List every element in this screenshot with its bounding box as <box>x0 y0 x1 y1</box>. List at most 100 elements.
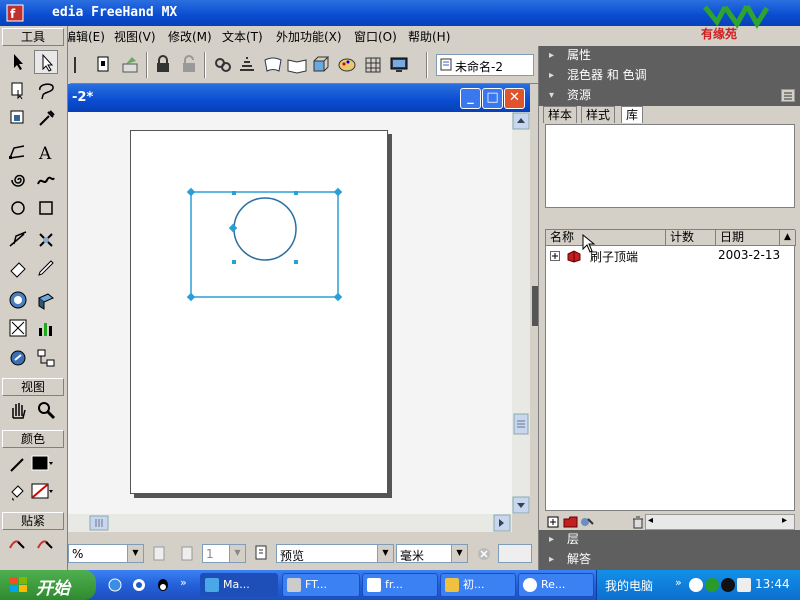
ellipse-tool-icon[interactable] <box>6 196 30 220</box>
start-button[interactable]: 开始 <box>0 570 96 600</box>
layers-panel-header[interactable]: ▸ 层 <box>539 530 800 550</box>
display-icon[interactable] <box>388 54 410 76</box>
close-button[interactable]: ✕ <box>504 88 525 109</box>
palette-icon[interactable] <box>336 54 358 76</box>
book-icon[interactable] <box>286 54 308 76</box>
tray-qq-icon[interactable] <box>721 578 735 592</box>
quicklaunch-qq-icon[interactable] <box>156 577 170 593</box>
pointer-tool-icon[interactable] <box>6 50 30 74</box>
blend-icon[interactable] <box>236 54 258 76</box>
units-select[interactable]: 毫米 ▼ <box>396 544 468 563</box>
column-count[interactable]: 计数 <box>666 230 716 246</box>
freehand-tool-icon[interactable] <box>34 168 58 192</box>
rectangle-tool-icon[interactable] <box>6 140 30 164</box>
document-selector[interactable]: 未命名-2 <box>436 54 534 76</box>
view-mode-select[interactable]: 预览 ▼ <box>276 544 394 563</box>
mixer-panel-header[interactable]: ▸ 混色器 和 色调 <box>539 66 800 86</box>
quicklaunch-ie-icon[interactable] <box>108 578 122 592</box>
extrude-icon[interactable] <box>310 54 332 76</box>
unlock-icon[interactable] <box>178 54 200 76</box>
quicklaunch-player-icon[interactable] <box>132 578 146 592</box>
stroke-color-swatch[interactable] <box>30 452 54 476</box>
menu-text[interactable]: 文本(T) <box>222 28 263 45</box>
next-page-icon[interactable] <box>180 546 194 565</box>
text-tool-icon[interactable]: A <box>34 140 58 164</box>
tab-styles[interactable]: 样式 <box>581 106 616 123</box>
paste-inside-icon[interactable] <box>92 54 114 76</box>
scroll-up-icon[interactable]: ▲ <box>780 230 796 246</box>
pen-tool-icon[interactable] <box>6 228 30 252</box>
tray-my-computer[interactable]: 我的电脑 <box>605 577 653 594</box>
panel-options-icon[interactable] <box>781 89 795 108</box>
task-folder[interactable]: 初... <box>440 573 516 597</box>
circle-shape[interactable] <box>228 191 298 264</box>
task-macromedia[interactable]: Ma... <box>200 573 278 597</box>
quicklaunch-more-icon[interactable]: » <box>180 576 187 589</box>
drawing-canvas[interactable] <box>68 112 512 514</box>
connector-tool-icon[interactable] <box>6 346 30 370</box>
perspective-tool-icon[interactable] <box>6 288 30 312</box>
envelope-icon[interactable] <box>262 54 284 76</box>
menu-xtras[interactable]: 外加功能(X) <box>276 28 342 45</box>
zoom-tool-icon[interactable] <box>34 398 58 422</box>
menu-edit[interactable]: 编辑(E) <box>64 28 105 45</box>
eraser-tool-icon[interactable] <box>6 256 30 280</box>
grid-icon[interactable] <box>362 54 384 76</box>
cancel-render-icon[interactable] <box>476 546 492 565</box>
rect-tool-icon[interactable] <box>34 196 58 220</box>
knife-tool-icon[interactable] <box>34 228 58 252</box>
previous-page-icon[interactable] <box>152 546 166 565</box>
horizontal-scrollbar[interactable] <box>68 514 512 532</box>
library-list[interactable]: 名称 计数 日期 ▲ 刷子顶端 2003-2-13 <box>545 229 796 511</box>
new-folder-icon[interactable] <box>563 515 579 529</box>
task-re[interactable]: Re... <box>518 573 594 597</box>
menu-window[interactable]: 窗口(O) <box>354 28 397 45</box>
dropdown-arrow-icon[interactable]: ▼ <box>127 545 143 562</box>
trace-tool-icon[interactable] <box>6 316 30 340</box>
panel-splitter[interactable] <box>532 286 538 326</box>
scroll-right-icon[interactable]: ▸ <box>782 515 787 526</box>
page-tool-icon[interactable] <box>6 78 30 102</box>
menu-help[interactable]: 帮助(H) <box>408 28 450 45</box>
tab-swatches[interactable]: 样本 <box>543 106 578 123</box>
tray-input-icon[interactable] <box>737 578 751 592</box>
zoom-field[interactable]: % ▼ <box>68 544 144 563</box>
subselect-tool-icon[interactable] <box>34 50 58 74</box>
page-icon[interactable] <box>254 545 268 564</box>
selected-group[interactable] <box>186 187 343 302</box>
spiral-tool-icon[interactable] <box>6 168 30 192</box>
freehand-app-icon[interactable]: f <box>6 4 24 22</box>
group-icon[interactable] <box>212 54 234 76</box>
minimize-button[interactable]: _ <box>460 88 481 109</box>
tray-more-icon[interactable]: » <box>675 576 682 589</box>
import-icon[interactable] <box>579 515 595 529</box>
properties-panel-header[interactable]: ▸ 属性 <box>539 46 800 66</box>
pencil-tool-icon[interactable] <box>34 256 58 280</box>
column-date[interactable]: 日期 <box>716 230 780 246</box>
dropdown-arrow-icon[interactable]: ▼ <box>377 545 393 562</box>
export-icon[interactable] <box>120 54 142 76</box>
snap-to-grid-icon[interactable] <box>34 532 58 556</box>
snap-to-point-icon[interactable] <box>6 532 30 556</box>
assets-panel-header[interactable]: ▾ 资源 <box>539 86 800 106</box>
column-name[interactable]: 名称 <box>546 230 666 246</box>
hand-tool-icon[interactable] <box>6 398 30 422</box>
extrude-tool-icon[interactable] <box>34 288 58 312</box>
stroke-color-icon[interactable] <box>6 452 30 476</box>
tab-library[interactable]: 库 <box>621 106 644 123</box>
scale-tool-icon[interactable] <box>6 106 30 130</box>
graph-tool-icon[interactable] <box>34 316 58 340</box>
answers-panel-header[interactable]: ▸ 解答 <box>539 550 800 570</box>
vertical-scrollbar[interactable] <box>512 112 530 514</box>
menu-modify[interactable]: 修改(M) <box>168 28 212 45</box>
library-hscroll[interactable]: ◂ ▸ <box>645 514 795 530</box>
task-ft[interactable]: FT... <box>282 573 360 597</box>
fill-color-icon[interactable] <box>6 480 30 504</box>
dropdown-arrow-icon[interactable]: ▼ <box>229 545 245 562</box>
eyedropper-tool-icon[interactable] <box>34 106 58 130</box>
tray-volume-icon[interactable] <box>689 578 703 592</box>
menu-view[interactable]: 视图(V) <box>114 28 156 45</box>
tray-network-icon[interactable] <box>705 578 719 592</box>
new-symbol-icon[interactable] <box>547 516 559 528</box>
trash-icon[interactable] <box>631 515 645 529</box>
